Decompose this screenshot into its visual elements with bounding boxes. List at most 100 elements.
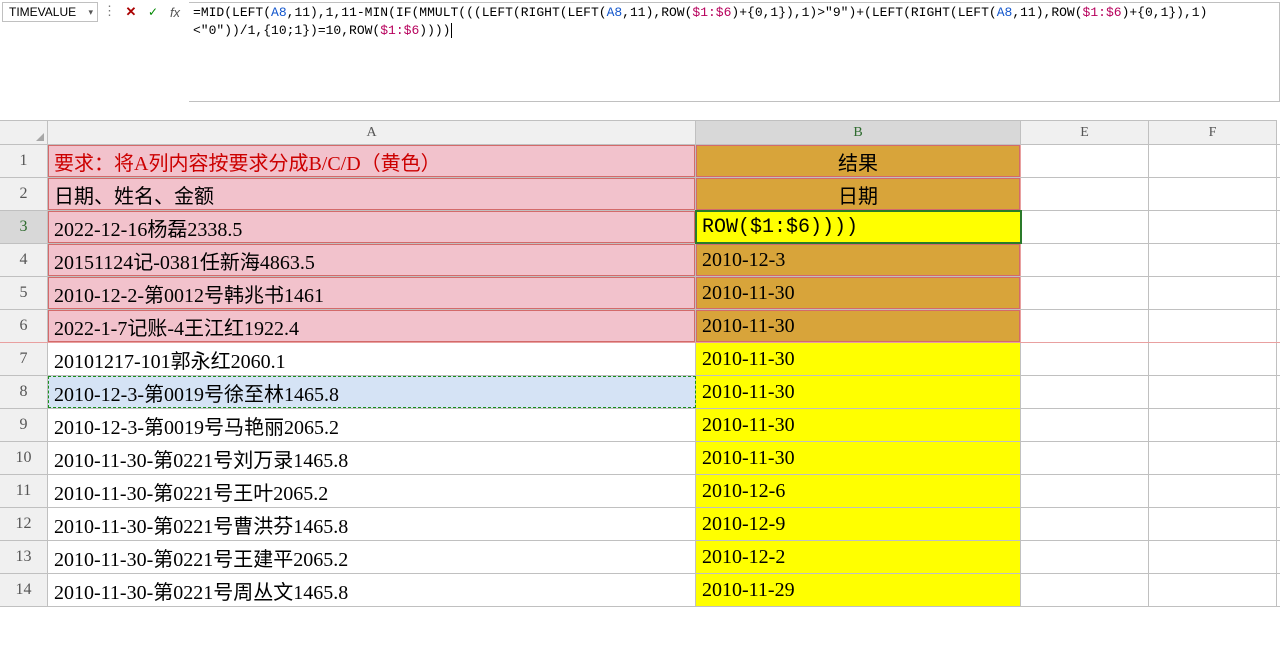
cell-B6[interactable]: 2010-11-30 [696, 310, 1021, 342]
cell-E1[interactable] [1021, 145, 1149, 177]
cell-F7[interactable] [1149, 343, 1277, 375]
cell-E13[interactable] [1021, 541, 1149, 573]
column-header-F[interactable]: F [1149, 120, 1277, 144]
table-row: 7 20101217-101郭永红2060.1 2010-11-30 [0, 343, 1280, 376]
row-header[interactable]: 2 [0, 178, 48, 210]
cell-A7[interactable]: 20101217-101郭永红2060.1 [48, 343, 696, 375]
cancel-icon[interactable]: ✕ [123, 4, 139, 20]
cell-E7[interactable] [1021, 343, 1149, 375]
cell-B13[interactable]: 2010-12-2 [696, 541, 1021, 573]
cell-F14[interactable] [1149, 574, 1277, 606]
row-header[interactable]: 1 [0, 145, 48, 177]
column-header-E[interactable]: E [1021, 120, 1149, 144]
cell-F5[interactable] [1149, 277, 1277, 309]
table-row: 1 要求：将A列内容按要求分成B/C/D（黄色） 结果 [0, 145, 1280, 178]
cell-A2[interactable]: 日期、姓名、金额 [48, 178, 696, 210]
cell-B10[interactable]: 2010-11-30 [696, 442, 1021, 474]
cell-F10[interactable] [1149, 442, 1277, 474]
cell-A9[interactable]: 2010-12-3-第0019号马艳丽2065.2 [48, 409, 696, 441]
cell-B12[interactable]: 2010-12-9 [696, 508, 1021, 540]
cell-B1[interactable]: 结果 [696, 145, 1021, 177]
cell-F13[interactable] [1149, 541, 1277, 573]
grid-body: 1 要求：将A列内容按要求分成B/C/D（黄色） 结果 2 日期、姓名、金额 日… [0, 145, 1280, 607]
cell-F6[interactable] [1149, 310, 1277, 342]
cell-E9[interactable] [1021, 409, 1149, 441]
name-box-value: TIMEVALUE [9, 5, 76, 19]
name-box[interactable]: TIMEVALUE ▾ [2, 2, 98, 22]
cell-A8[interactable]: 2010-12-3-第0019号徐至林1465.8 [48, 376, 696, 408]
spreadsheet-grid: A B E F 1 要求：将A列内容按要求分成B/C/D（黄色） 结果 2 日期… [0, 120, 1280, 607]
row-header[interactable]: 6 [0, 310, 48, 342]
cell-A6[interactable]: 2022-1-7记账-4王江红1922.4 [48, 310, 696, 342]
table-row: 14 2010-11-30-第0221号周丛文1465.8 2010-11-29 [0, 574, 1280, 607]
row-header[interactable]: 11 [0, 475, 48, 507]
cell-A14[interactable]: 2010-11-30-第0221号周丛文1465.8 [48, 574, 696, 606]
formula-bar-buttons: ✕ ✓ fx [121, 2, 185, 22]
table-row: 3 2022-12-16杨磊2338.5 ROW($1:$6)))) [0, 211, 1280, 244]
table-row: 5 2010-12-2-第0012号韩兆书1461 2010-11-30 [0, 277, 1280, 310]
cell-B14[interactable]: 2010-11-29 [696, 574, 1021, 606]
column-headers: A B E F [0, 120, 1280, 145]
column-header-B[interactable]: B [696, 120, 1021, 144]
select-all-corner[interactable] [0, 120, 48, 144]
table-row: 8 2010-12-3-第0019号徐至林1465.8 2010-11-30 [0, 376, 1280, 409]
cell-F1[interactable] [1149, 145, 1277, 177]
cell-B8[interactable]: 2010-11-30 [696, 376, 1021, 408]
cell-A4[interactable]: 20151124记-0381任新海4863.5 [48, 244, 696, 276]
row-header[interactable]: 10 [0, 442, 48, 474]
cell-F4[interactable] [1149, 244, 1277, 276]
cell-E10[interactable] [1021, 442, 1149, 474]
formula-input[interactable]: =MID(LEFT(A8,11),1,11-MIN(IF(MMULT(((LEF… [189, 2, 1280, 102]
row-header[interactable]: 3 [0, 211, 48, 243]
cell-B9[interactable]: 2010-11-30 [696, 409, 1021, 441]
cell-E5[interactable] [1021, 277, 1149, 309]
cell-A11[interactable]: 2010-11-30-第0221号王叶2065.2 [48, 475, 696, 507]
cell-F12[interactable] [1149, 508, 1277, 540]
cell-A12[interactable]: 2010-11-30-第0221号曹洪芬1465.8 [48, 508, 696, 540]
cell-F9[interactable] [1149, 409, 1277, 441]
cell-B3[interactable]: ROW($1:$6)))) [696, 211, 1021, 243]
cell-B5[interactable]: 2010-11-30 [696, 277, 1021, 309]
cell-B7[interactable]: 2010-11-30 [696, 343, 1021, 375]
cell-E12[interactable] [1021, 508, 1149, 540]
cell-B2[interactable]: 日期 [696, 178, 1021, 210]
cell-F11[interactable] [1149, 475, 1277, 507]
cell-B11[interactable]: 2010-12-6 [696, 475, 1021, 507]
row-header[interactable]: 4 [0, 244, 48, 276]
table-row: 13 2010-11-30-第0221号王建平2065.2 2010-12-2 [0, 541, 1280, 574]
fx-icon[interactable]: fx [167, 4, 183, 20]
cell-E6[interactable] [1021, 310, 1149, 342]
table-row: 10 2010-11-30-第0221号刘万录1465.8 2010-11-30 [0, 442, 1280, 475]
table-row: 11 2010-11-30-第0221号王叶2065.2 2010-12-6 [0, 475, 1280, 508]
cell-A10[interactable]: 2010-11-30-第0221号刘万录1465.8 [48, 442, 696, 474]
row-header[interactable]: 8 [0, 376, 48, 408]
chevron-down-icon[interactable]: ▾ [86, 7, 95, 18]
row-header[interactable]: 13 [0, 541, 48, 573]
table-row: 9 2010-12-3-第0019号马艳丽2065.2 2010-11-30 [0, 409, 1280, 442]
cell-E4[interactable] [1021, 244, 1149, 276]
cell-E14[interactable] [1021, 574, 1149, 606]
cell-A13[interactable]: 2010-11-30-第0221号王建平2065.2 [48, 541, 696, 573]
table-row: 4 20151124记-0381任新海4863.5 2010-12-3 [0, 244, 1280, 277]
cell-F3[interactable] [1149, 211, 1277, 243]
cell-E8[interactable] [1021, 376, 1149, 408]
cell-A3[interactable]: 2022-12-16杨磊2338.5 [48, 211, 696, 243]
formula-bar: TIMEVALUE ▾ ⋮ ✕ ✓ fx =MID(LEFT(A8,11),1,… [0, 0, 1280, 102]
cell-A1[interactable]: 要求：将A列内容按要求分成B/C/D（黄色） [48, 145, 696, 177]
cell-E11[interactable] [1021, 475, 1149, 507]
cell-E3[interactable] [1021, 211, 1149, 243]
table-row: 2 日期、姓名、金额 日期 [0, 178, 1280, 211]
row-header[interactable]: 7 [0, 343, 48, 375]
cell-F8[interactable] [1149, 376, 1277, 408]
column-header-A[interactable]: A [48, 120, 696, 144]
row-header[interactable]: 14 [0, 574, 48, 606]
row-header[interactable]: 9 [0, 409, 48, 441]
cell-E2[interactable] [1021, 178, 1149, 210]
row-header[interactable]: 5 [0, 277, 48, 309]
row-header[interactable]: 12 [0, 508, 48, 540]
enter-icon[interactable]: ✓ [145, 4, 161, 20]
cell-F2[interactable] [1149, 178, 1277, 210]
cell-B4[interactable]: 2010-12-3 [696, 244, 1021, 276]
separator-icon: ⋮ [102, 2, 117, 22]
cell-A5[interactable]: 2010-12-2-第0012号韩兆书1461 [48, 277, 696, 309]
